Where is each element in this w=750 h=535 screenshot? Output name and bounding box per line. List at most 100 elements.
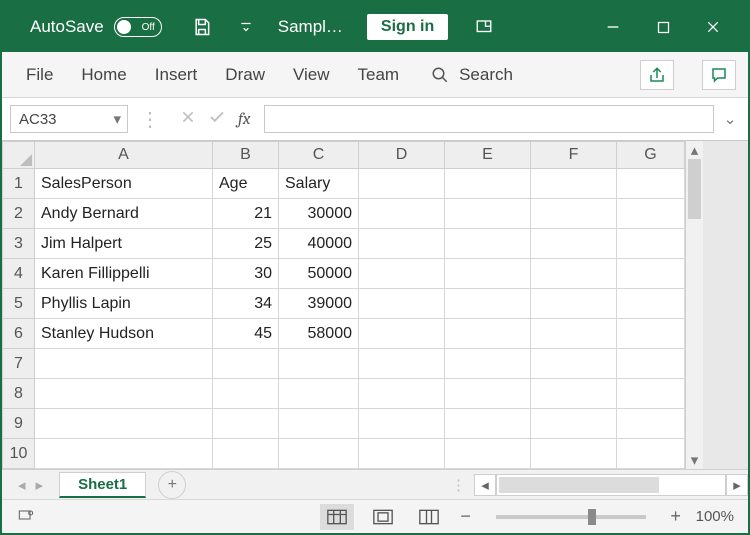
cell[interactable] xyxy=(35,439,213,469)
row-header[interactable]: 9 xyxy=(3,409,35,439)
cell[interactable] xyxy=(445,409,531,439)
close-button[interactable] xyxy=(688,2,738,52)
cell[interactable] xyxy=(359,199,445,229)
row-header[interactable]: 3 xyxy=(3,229,35,259)
cell[interactable] xyxy=(359,409,445,439)
col-header-B[interactable]: B xyxy=(213,142,279,169)
zoom-thumb[interactable] xyxy=(588,509,596,525)
cell[interactable] xyxy=(617,289,685,319)
cell[interactable]: 34 xyxy=(213,289,279,319)
row-header[interactable]: 10 xyxy=(3,439,35,469)
cell[interactable] xyxy=(359,439,445,469)
cell[interactable] xyxy=(617,199,685,229)
col-header-G[interactable]: G xyxy=(617,142,685,169)
cell[interactable]: 21 xyxy=(213,199,279,229)
tab-nav-prev-icon[interactable]: ◂ xyxy=(18,476,26,494)
cell[interactable] xyxy=(213,409,279,439)
zoom-out-button[interactable]: − xyxy=(458,506,474,527)
cell[interactable]: 39000 xyxy=(279,289,359,319)
cell[interactable] xyxy=(359,229,445,259)
cell[interactable]: Jim Halpert xyxy=(35,229,213,259)
tab-view[interactable]: View xyxy=(293,65,330,85)
vscroll-thumb[interactable] xyxy=(688,159,701,219)
zoom-in-button[interactable]: + xyxy=(668,506,684,527)
cell[interactable]: Karen Fillippelli xyxy=(35,259,213,289)
cell[interactable] xyxy=(213,379,279,409)
row-header[interactable]: 2 xyxy=(3,199,35,229)
cell[interactable] xyxy=(531,319,617,349)
scroll-right-icon[interactable]: ▸ xyxy=(726,474,748,496)
cell[interactable] xyxy=(617,169,685,199)
cell[interactable] xyxy=(35,409,213,439)
cell[interactable] xyxy=(445,319,531,349)
sheet-tab-sheet1[interactable]: Sheet1 xyxy=(59,472,146,498)
expand-formula-bar-icon[interactable]: ⌄ xyxy=(720,110,740,128)
share-button[interactable] xyxy=(640,60,674,90)
cell[interactable] xyxy=(445,379,531,409)
row-header[interactable]: 8 xyxy=(3,379,35,409)
col-header-F[interactable]: F xyxy=(531,142,617,169)
cell[interactable] xyxy=(359,289,445,319)
quick-access-dropdown-icon[interactable] xyxy=(227,7,265,47)
cell[interactable] xyxy=(359,379,445,409)
tab-home[interactable]: Home xyxy=(81,65,126,85)
scroll-up-icon[interactable]: ▴ xyxy=(686,141,703,159)
zoom-slider[interactable] xyxy=(496,515,646,519)
enter-formula-icon[interactable] xyxy=(208,108,226,130)
view-page-break-icon[interactable] xyxy=(412,504,446,530)
insert-function-button[interactable]: fx xyxy=(238,110,250,129)
cell[interactable] xyxy=(445,439,531,469)
tab-insert[interactable]: Insert xyxy=(155,65,198,85)
comments-button[interactable] xyxy=(702,60,736,90)
cell[interactable]: 40000 xyxy=(279,229,359,259)
scroll-down-icon[interactable]: ▾ xyxy=(686,451,703,469)
row-header[interactable]: 7 xyxy=(3,349,35,379)
cell[interactable] xyxy=(531,259,617,289)
row-header[interactable]: 1 xyxy=(3,169,35,199)
tab-file[interactable]: File xyxy=(26,65,53,85)
tab-nav-next-icon[interactable]: ▸ xyxy=(36,476,44,494)
select-all-corner[interactable] xyxy=(3,142,35,169)
hscroll-thumb[interactable] xyxy=(499,477,659,493)
cell[interactable] xyxy=(359,319,445,349)
col-header-E[interactable]: E xyxy=(445,142,531,169)
cell[interactable] xyxy=(445,169,531,199)
maximize-button[interactable] xyxy=(638,2,688,52)
row-header[interactable]: 5 xyxy=(3,289,35,319)
cell[interactable] xyxy=(279,409,359,439)
cell[interactable]: 30000 xyxy=(279,199,359,229)
cell[interactable] xyxy=(359,169,445,199)
cell[interactable] xyxy=(359,349,445,379)
add-sheet-button[interactable]: + xyxy=(158,471,186,499)
cell[interactable] xyxy=(531,379,617,409)
drag-handle-icon[interactable]: ⋮ xyxy=(134,107,166,132)
cell[interactable] xyxy=(279,379,359,409)
cell[interactable]: Andy Bernard xyxy=(35,199,213,229)
formula-input[interactable] xyxy=(264,105,714,133)
tab-team[interactable]: Team xyxy=(358,65,400,85)
cell[interactable] xyxy=(617,379,685,409)
cancel-formula-icon[interactable] xyxy=(180,109,196,129)
name-box[interactable]: AC33 ▾ xyxy=(10,105,128,133)
cell[interactable] xyxy=(445,289,531,319)
record-macro-icon[interactable] xyxy=(16,507,36,527)
cell[interactable] xyxy=(617,409,685,439)
cell[interactable]: 30 xyxy=(213,259,279,289)
minimize-button[interactable] xyxy=(588,2,638,52)
cell[interactable]: Stanley Hudson xyxy=(35,319,213,349)
horizontal-scrollbar[interactable]: ◂ ▸ xyxy=(474,474,748,496)
cell[interactable] xyxy=(35,379,213,409)
cell[interactable] xyxy=(279,349,359,379)
cell[interactable]: Phyllis Lapin xyxy=(35,289,213,319)
col-header-D[interactable]: D xyxy=(359,142,445,169)
cell[interactable] xyxy=(445,259,531,289)
cell[interactable] xyxy=(617,319,685,349)
cell[interactable] xyxy=(531,229,617,259)
chevron-down-icon[interactable]: ▾ xyxy=(113,110,121,128)
cell[interactable]: Salary xyxy=(279,169,359,199)
row-header[interactable]: 4 xyxy=(3,259,35,289)
sign-in-button[interactable]: Sign in xyxy=(367,14,448,40)
cell[interactable] xyxy=(617,259,685,289)
zoom-value[interactable]: 100% xyxy=(696,508,734,525)
cell[interactable] xyxy=(531,169,617,199)
